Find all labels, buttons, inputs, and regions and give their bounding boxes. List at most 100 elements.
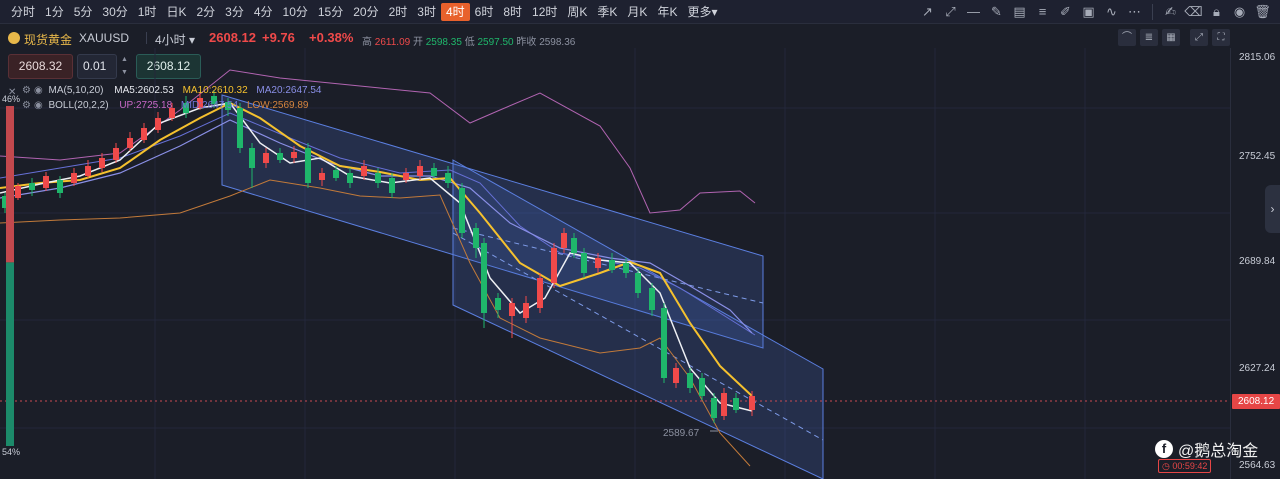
timeframe-3[interactable]: 30分 — [97, 3, 132, 21]
timeframe-4[interactable]: 1时 — [133, 3, 162, 21]
timeframe-selector: 分时 1分 5分 30分 1时 日K 2分 3分 4分 10分 15分 20分 2时 3时 4时 6时 8时 12… — [6, 3, 722, 21]
period-selector[interactable]: 4小时 ▾ — [155, 31, 195, 48]
timeframe-22[interactable]: 更多▾ — [682, 3, 722, 21]
ma5-value: MA5:2602.53 — [114, 85, 174, 96]
timeframe-0[interactable]: 分时 — [6, 3, 40, 21]
settings-icon[interactable]: ≣ — [1140, 29, 1158, 46]
timeframe-19[interactable]: 季K — [592, 3, 622, 21]
timeframe-6[interactable]: 2分 — [191, 3, 220, 21]
more-tools-icon[interactable]: ⋯ — [1125, 3, 1144, 21]
timeframe-15[interactable]: 6时 — [470, 3, 499, 21]
candle-body — [687, 373, 693, 388]
chart-controls: ⌒ ≣ ▦ ⤢ ⛶ — [1118, 29, 1230, 46]
gauge-bottom-pct: 54% — [2, 447, 21, 457]
image-icon[interactable]: ▣ — [1079, 3, 1098, 21]
symbol-name[interactable]: 现货黄金 — [24, 31, 72, 48]
candle-body — [445, 173, 451, 183]
candle-timer: ◷ 00:59:42 — [1158, 459, 1211, 473]
eye-icon[interactable]: ◉ — [1230, 3, 1249, 21]
lock-icon[interactable]: 🔒︎ — [1207, 3, 1226, 21]
candle-body — [661, 308, 667, 378]
timeframe-5[interactable]: 日K — [161, 3, 191, 21]
candle-body — [721, 393, 727, 416]
candle-body — [333, 170, 339, 178]
candle-body — [551, 248, 557, 283]
candle-body — [561, 233, 567, 248]
ohlc-summary: 高 2611.09 开 2598.35 低 2597.50 昨收 2598.36 — [362, 33, 575, 48]
timeframe-14[interactable]: 4时 — [440, 3, 470, 21]
chevron-right-icon[interactable]: › — [1265, 185, 1280, 233]
candle-body — [417, 166, 423, 176]
candle-body — [481, 243, 487, 313]
ray-icon[interactable]: ⤢ — [941, 3, 960, 21]
timeframe-13[interactable]: 3时 — [412, 3, 441, 21]
settings-icon[interactable]: ⚙ — [22, 100, 31, 111]
timeframe-17[interactable]: 12时 — [527, 3, 562, 21]
candle-body — [699, 378, 705, 396]
timeframe-2[interactable]: 5分 — [69, 3, 98, 21]
price-change-pct: +0.38% — [309, 30, 354, 45]
candle-body — [537, 278, 543, 308]
eraser-icon[interactable]: ⌫ — [1184, 3, 1203, 21]
clock-icon: ◷ — [1162, 461, 1170, 471]
parallel-channel-icon[interactable]: ▤ — [1010, 3, 1029, 21]
candle-body — [43, 176, 49, 188]
candle-body — [509, 303, 515, 316]
prev-close-label: 昨收 — [516, 37, 537, 48]
layout-icon[interactable]: ▦ — [1162, 29, 1180, 46]
candle-body — [15, 186, 21, 198]
candle-body — [403, 173, 409, 180]
ma-legend: ⚙ ◉ MA(5,10,20) MA5:2602.53 MA10:2610.32 … — [22, 85, 321, 96]
settings-icon[interactable]: ⚙ — [22, 85, 31, 96]
gauge-sell-bar — [6, 106, 14, 263]
candle-body — [141, 128, 147, 140]
timeframe-8[interactable]: 4分 — [249, 3, 278, 21]
candle-body — [595, 258, 601, 268]
edit-icon[interactable]: ✍ — [1161, 3, 1180, 21]
top-toolbar: 分时 1分 5分 30分 1时 日K 2分 3分 4分 10分 15分 20分 2时 3时 4时 6时 8时 12… — [0, 0, 1280, 24]
eye-icon[interactable]: ◉ — [34, 100, 43, 111]
axis-label: 2815.06 — [1239, 52, 1276, 63]
horizontal-line-icon[interactable]: — — [964, 3, 983, 21]
timeframe-12[interactable]: 2时 — [384, 3, 413, 21]
boll-name: BOLL(20,2,2) — [48, 100, 109, 111]
candle-body — [623, 263, 629, 273]
trash-icon[interactable]: 🗑︎ — [1253, 3, 1272, 21]
boll-low-value: LOW:2569.89 — [246, 100, 309, 111]
timeframe-10[interactable]: 15分 — [313, 3, 348, 21]
expand-icon[interactable]: ⤢ — [1190, 29, 1208, 46]
timeframe-21[interactable]: 年K — [652, 3, 682, 21]
boll-mid-value: MID:2647.54 — [180, 100, 239, 111]
timeframe-16[interactable]: 8时 — [498, 3, 527, 21]
high-label: 高 — [362, 37, 372, 48]
axis-label: 2689.84 — [1239, 256, 1276, 267]
timeframe-9[interactable]: 10分 — [278, 3, 313, 21]
candle-body — [71, 173, 77, 183]
price-change: +9.76 — [262, 30, 295, 45]
timeframe-18[interactable]: 周K — [562, 3, 592, 21]
candle-body — [635, 273, 641, 293]
pen-icon[interactable]: ✎ — [987, 3, 1006, 21]
highlighter-icon[interactable]: ✐ — [1056, 3, 1075, 21]
price-axis[interactable]: 2815.06 2752.45 2689.84 2627.24 2564.63 2608.… — [1230, 48, 1280, 479]
fibonacci-icon[interactable]: ≡ — [1033, 3, 1052, 21]
timeframe-11[interactable]: 20分 — [348, 3, 383, 21]
polyline-icon[interactable]: ∿ — [1102, 3, 1121, 21]
fullscreen-icon[interactable]: ⛶ — [1212, 29, 1230, 46]
indicator-icon[interactable]: ⌒ — [1118, 29, 1136, 46]
timeframe-7[interactable]: 3分 — [220, 3, 249, 21]
eye-icon[interactable]: ◉ — [34, 85, 43, 96]
price-chart[interactable] — [0, 48, 1230, 479]
trend-line-icon[interactable]: ↗ — [918, 3, 937, 21]
candle-body — [459, 188, 465, 233]
gold-coin-icon — [8, 32, 20, 44]
candle-body — [29, 183, 35, 190]
candle-body — [649, 288, 655, 310]
open-label: 开 — [412, 37, 423, 48]
sentiment-gauge — [6, 106, 14, 446]
candle-body — [99, 158, 105, 168]
timeframe-20[interactable]: 月K — [622, 3, 652, 21]
boll-up-value: UP:2725.18 — [119, 100, 173, 111]
candle-body — [237, 108, 243, 148]
timeframe-1[interactable]: 1分 — [40, 3, 69, 21]
